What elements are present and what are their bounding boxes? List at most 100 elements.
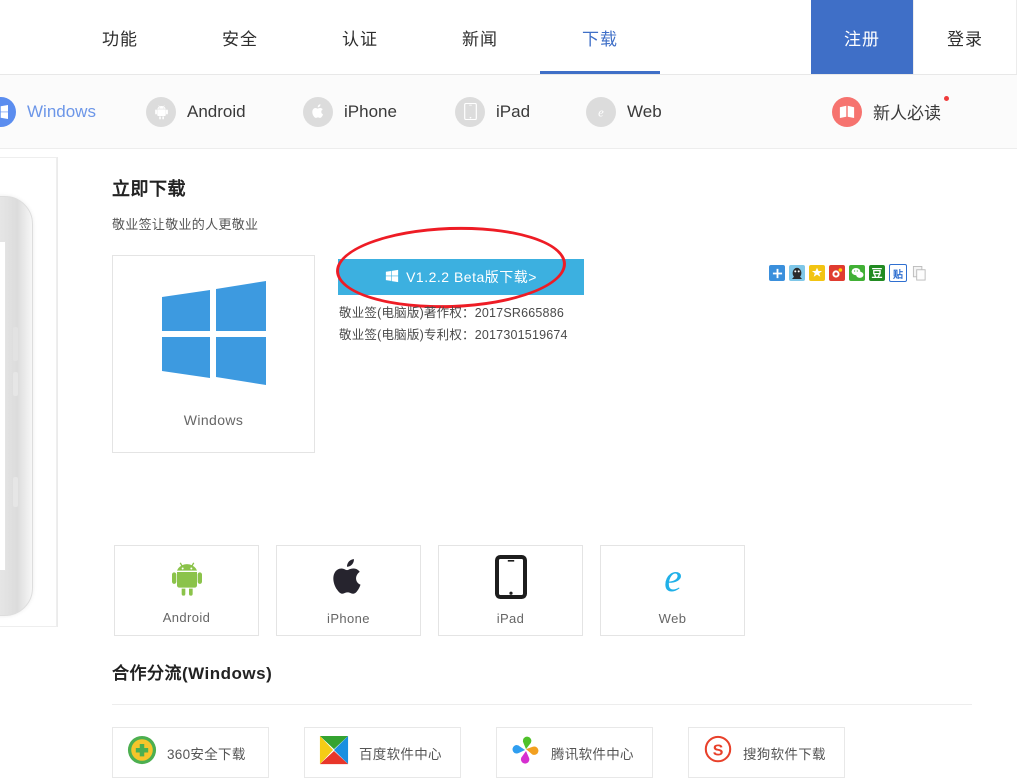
platform-card-label: Web — [658, 611, 687, 626]
platform-tab-label: Web — [627, 101, 662, 121]
nav-item-features[interactable]: 功能 — [60, 0, 180, 74]
platform-tab-iphone[interactable]: iPhone — [303, 96, 397, 127]
platform-tab-label: iPhone — [344, 101, 397, 121]
copyright-line-1: 敬业签(电脑版)著作权：2017SR665886 — [339, 306, 565, 320]
device-side-button — [13, 327, 18, 361]
platform-card-ipad[interactable]: iPad — [438, 545, 583, 636]
newbie-guide-link[interactable]: 新人必读 — [832, 96, 949, 127]
android-icon — [167, 556, 207, 603]
device-screen — [0, 241, 6, 571]
device-mockup-panel — [0, 157, 57, 627]
nav-item-label: 安全 — [222, 29, 258, 49]
partner-label: 360安全下载 — [167, 746, 246, 762]
platform-card-iphone[interactable]: iPhone — [276, 545, 421, 636]
platform-card-row: Android iPhone iPad e Web — [114, 545, 745, 636]
partners-title: 合作分流(Windows) — [112, 664, 273, 683]
platform-tab-windows[interactable]: Windows — [0, 96, 96, 127]
nav-item-label: 下载 — [582, 29, 618, 49]
tablet-icon — [455, 96, 485, 127]
svg-text:S: S — [713, 743, 724, 760]
wechat-icon[interactable] — [849, 265, 865, 281]
download-primary-row: Windows V1.2.2 Beta版下载> 敬业签(电脑版)著作权：2017… — [112, 223, 972, 470]
page-title: 立即下载 — [112, 179, 186, 199]
nav-item-label: 新闻 — [462, 29, 498, 49]
page-subtitle: 敬业签让敬业的人更敬业 — [112, 217, 259, 232]
douban-icon[interactable]: 豆 — [869, 265, 885, 281]
register-button[interactable]: 注册 — [811, 0, 913, 74]
panel-divider — [57, 157, 58, 627]
platform-card-label: iPad — [496, 611, 525, 626]
device-side-button — [13, 372, 18, 396]
page-body: 立即下载 敬业签让敬业的人更敬业 Windows V1.2.2 Beta版下载>… — [0, 149, 1017, 778]
partner-label: 百度软件中心 — [359, 746, 442, 762]
newbie-guide-label: 新人必读 — [873, 104, 941, 123]
platform-tab-web[interactable]: e Web — [586, 96, 662, 127]
device-side-button — [13, 477, 18, 507]
partners-section: 合作分流(Windows) 360安全下载 百度软件中心 腾讯软件中心 S 搜狗… — [112, 659, 972, 778]
windows-icon — [0, 96, 16, 127]
copy-icon[interactable] — [911, 265, 927, 281]
partner-baidu[interactable]: 百度软件中心 — [304, 727, 461, 778]
nav-account-actions: 注册 登录 — [811, 0, 1017, 74]
qq-icon[interactable] — [789, 265, 805, 281]
device-mockup-image — [0, 196, 33, 616]
svg-text:e: e — [598, 105, 604, 119]
ie-icon: e — [651, 555, 695, 604]
baidu-icon — [319, 735, 349, 770]
nav-item-label: 认证 — [342, 29, 378, 49]
newbie-label-wrap: 新人必读 — [873, 96, 949, 124]
section-divider — [112, 704, 972, 705]
nav-left-spacer — [0, 0, 60, 74]
partner-label: 腾讯软件中心 — [551, 746, 634, 762]
share-icon-group: 豆 贴 — [769, 264, 927, 282]
notification-dot-icon — [944, 96, 949, 101]
platform-tab-label: Windows — [27, 101, 96, 121]
download-section: 立即下载 敬业签让敬业的人更敬业 Windows V1.2.2 Beta版下载>… — [112, 149, 972, 470]
nav-item-security[interactable]: 安全 — [180, 0, 300, 74]
apple-icon — [303, 96, 333, 127]
apple-icon — [331, 556, 367, 604]
nav-item-list: 功能 安全 认证 新闻 下载 — [60, 0, 660, 74]
platform-tab-label: Android — [187, 101, 246, 121]
nav-item-download[interactable]: 下载 — [540, 0, 660, 74]
download-button-label: V1.2.2 Beta版下载> — [406, 269, 537, 285]
tieba-icon[interactable]: 贴 — [889, 264, 907, 282]
copyright-line-2: 敬业签(电脑版)专利权：2017301519674 — [339, 328, 568, 342]
platform-card-label: Windows — [183, 411, 244, 428]
partner-360[interactable]: 360安全下载 — [112, 727, 269, 778]
nav-item-certification[interactable]: 认证 — [300, 0, 420, 74]
partner-sogou[interactable]: S 搜狗软件下载 — [688, 727, 845, 778]
windows-logo-icon — [385, 269, 399, 286]
platform-tab-bar: Windows Android iPhone iPad e Web 新人必读 — [0, 75, 1017, 149]
360-icon — [127, 735, 157, 770]
login-button[interactable]: 登录 — [913, 0, 1017, 74]
platform-card-web[interactable]: e Web — [600, 545, 745, 636]
windows-logo-icon — [160, 280, 268, 390]
platform-card-label: iPhone — [327, 610, 370, 626]
tablet-icon — [494, 555, 527, 604]
platform-tab-android[interactable]: Android — [146, 96, 246, 127]
partner-tencent[interactable]: 腾讯软件中心 — [496, 727, 653, 778]
partner-label: 搜狗软件下载 — [743, 746, 826, 762]
tencent-icon — [511, 735, 541, 770]
weibo-icon[interactable] — [829, 265, 845, 281]
book-icon — [832, 96, 862, 127]
platform-card-android[interactable]: Android — [114, 545, 259, 636]
share-plus-icon[interactable] — [769, 265, 785, 281]
platform-tab-ipad[interactable]: iPad — [455, 96, 531, 127]
sogou-icon: S — [703, 735, 733, 770]
platform-tab-label: iPad — [496, 101, 531, 121]
register-label: 注册 — [844, 29, 880, 49]
download-button[interactable]: V1.2.2 Beta版下载> — [338, 259, 584, 295]
qzone-icon[interactable] — [809, 265, 825, 281]
platform-card-windows[interactable]: Windows — [112, 255, 315, 453]
nav-item-news[interactable]: 新闻 — [420, 0, 540, 74]
partner-list: 360安全下载 百度软件中心 腾讯软件中心 S 搜狗软件下载 — [112, 727, 972, 778]
svg-text:e: e — [664, 555, 682, 599]
nav-item-label: 功能 — [102, 29, 138, 49]
platform-card-label: Android — [162, 610, 211, 625]
top-navigation-bar: 功能 安全 认证 新闻 下载 注册 登录 — [0, 0, 1017, 75]
login-label: 登录 — [947, 29, 983, 49]
ie-icon: e — [586, 96, 616, 127]
android-icon — [146, 96, 176, 127]
